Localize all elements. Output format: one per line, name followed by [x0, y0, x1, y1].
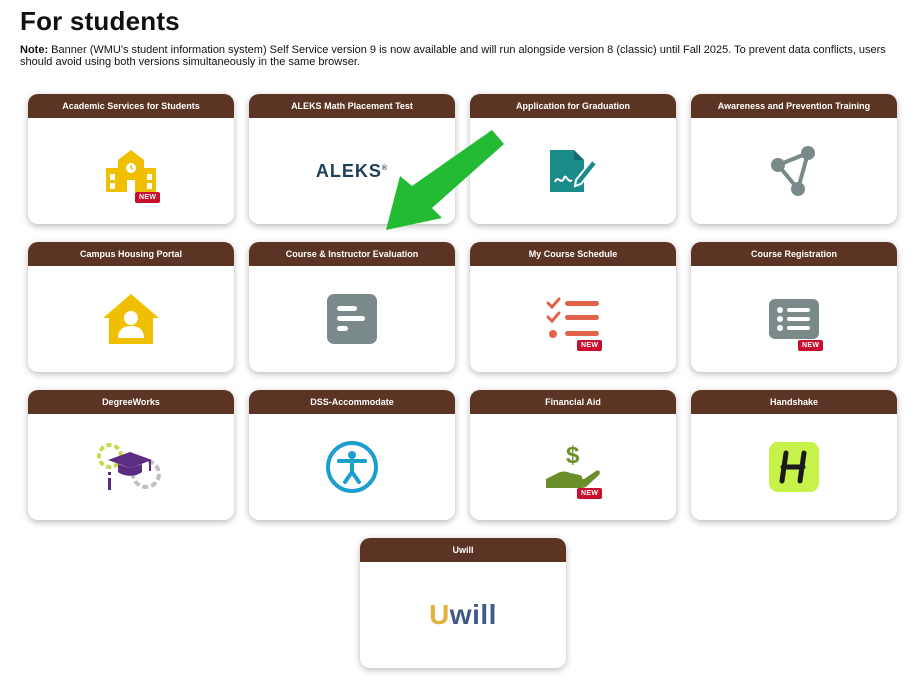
card-campus-housing[interactable]: Campus Housing Portal — [28, 242, 234, 372]
card-dss-accommodate[interactable]: DSS-Accommodate — [249, 390, 455, 520]
card-course-evaluation[interactable]: Course & Instructor Evaluation — [249, 242, 455, 372]
new-badge: NEW — [135, 192, 161, 203]
card-academic-services[interactable]: Academic Services for Students NEW — [28, 94, 234, 224]
graduation-gears-icon — [97, 443, 161, 490]
accessibility-icon — [326, 441, 378, 493]
card-aleks[interactable]: ALEKS Math Placement Test ALEKS® — [249, 94, 455, 224]
new-badge: NEW — [798, 340, 824, 351]
card-financial-aid[interactable]: Financial Aid $ NEW — [470, 390, 676, 520]
uwill-logo: Uwill — [429, 599, 497, 630]
checklist-icon — [546, 297, 599, 338]
card-title: Application for Graduation — [470, 94, 676, 118]
card-my-course-schedule[interactable]: My Course Schedule NEW — [470, 242, 676, 372]
card-title: My Course Schedule — [470, 242, 676, 266]
hand-dollar-icon: $ — [546, 442, 600, 488]
aleks-logo-text: ALEKS — [315, 160, 382, 181]
note-label: Note: — [20, 44, 49, 56]
handshake-logo — [769, 442, 819, 492]
card-title: Financial Aid — [470, 390, 676, 414]
card-degreeworks[interactable]: DegreeWorks — [28, 390, 234, 520]
card-uwill[interactable]: Uwill Uwill — [360, 538, 566, 668]
card-title: DegreeWorks — [28, 390, 234, 414]
new-badge: NEW — [577, 340, 603, 351]
card-title: Handshake — [691, 390, 897, 414]
evaluation-bars-icon — [327, 294, 377, 344]
house-user-icon — [103, 294, 159, 344]
note-text: Banner (WMU's student information system… — [20, 44, 886, 68]
card-title: Campus Housing Portal — [28, 242, 234, 266]
page-title: For students — [20, 6, 180, 36]
aleks-logo: ALEKS® — [315, 160, 389, 181]
card-title: DSS-Accommodate — [249, 390, 455, 414]
card-title: Awareness and Prevention Training — [691, 94, 897, 118]
card-title: Course Registration — [691, 242, 897, 266]
banner-note: Note: Banner (WMU's student information … — [20, 44, 890, 68]
card-application-graduation[interactable]: Application for Graduation — [470, 94, 676, 224]
card-title: ALEKS Math Placement Test — [249, 94, 455, 118]
network-nodes-icon — [771, 146, 815, 196]
card-title: Uwill — [360, 538, 566, 562]
card-title: Academic Services for Students — [28, 94, 234, 118]
card-course-registration[interactable]: Course Registration NEW — [691, 242, 897, 372]
new-badge: NEW — [577, 488, 603, 499]
card-awareness-training[interactable]: Awareness and Prevention Training — [691, 94, 897, 224]
svg-text:$: $ — [566, 442, 580, 469]
document-signature-icon — [550, 150, 599, 192]
card-title: Course & Instructor Evaluation — [249, 242, 455, 266]
card-handshake[interactable]: Handshake — [691, 390, 897, 520]
list-icon — [769, 299, 819, 339]
school-building-icon — [106, 150, 156, 192]
